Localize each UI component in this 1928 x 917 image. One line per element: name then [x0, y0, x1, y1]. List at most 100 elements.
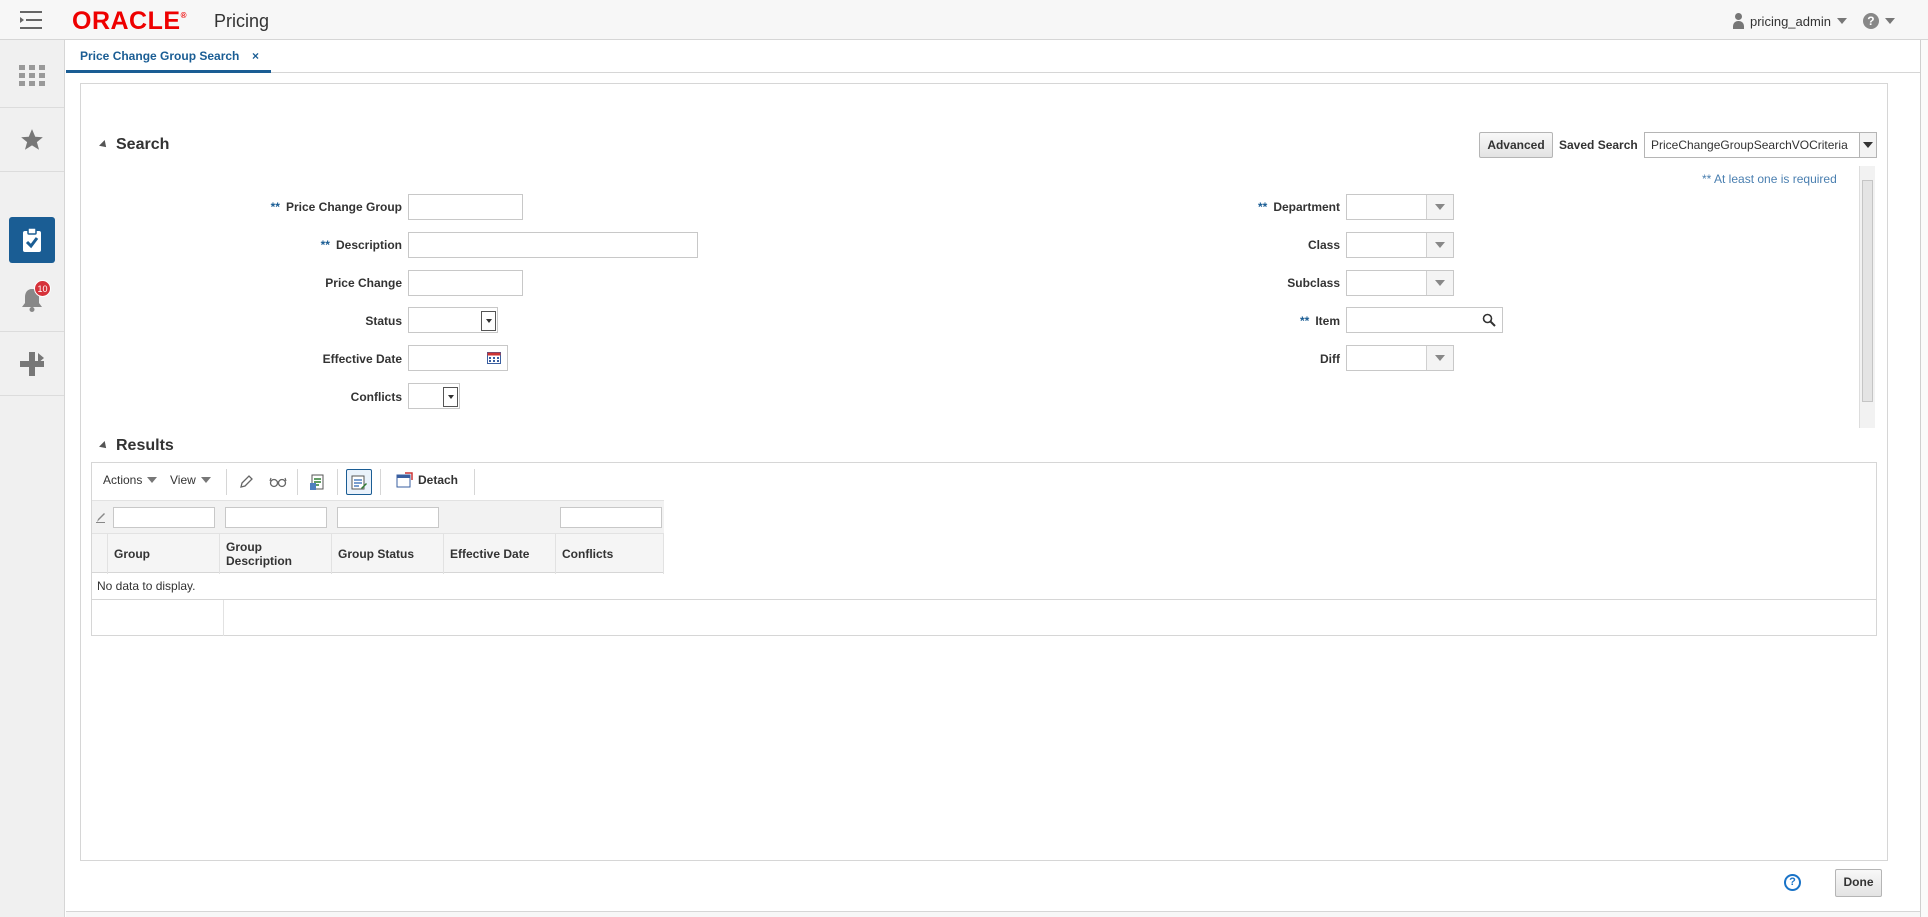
username[interactable]: pricing_admin: [1750, 14, 1831, 29]
column-header-conflicts[interactable]: Conflicts: [556, 534, 664, 574]
price-change-group-label: ** Price Change Group: [270, 200, 402, 214]
results-table: Actions View Detach Group Group Descript…: [91, 462, 1877, 636]
diff-label: Diff: [1320, 352, 1340, 366]
results-toolbar: Actions View Detach: [92, 463, 1876, 500]
apps-grid-icon[interactable]: [0, 44, 64, 108]
table-header-row: Group Group Description Group Status Eff…: [92, 533, 664, 574]
required-marker: **: [1257, 200, 1268, 214]
tab-strip: Price Change Group Search ×: [66, 40, 1928, 73]
view-menu[interactable]: View: [170, 473, 211, 487]
column-header-effective-date[interactable]: Effective Date: [444, 534, 556, 574]
query-by-example-icon[interactable]: [346, 469, 372, 495]
chevron-down-icon[interactable]: [1426, 195, 1453, 219]
chevron-down-icon[interactable]: [147, 477, 158, 483]
calendar-icon[interactable]: [487, 351, 501, 367]
collapse-icon[interactable]: [99, 140, 109, 150]
required-note: ** At least one is required: [1702, 172, 1837, 186]
item-label: ** Item: [1299, 314, 1340, 328]
chevron-down-icon[interactable]: [1426, 346, 1453, 370]
class-label: Class: [1307, 238, 1340, 252]
filter-group-status-input[interactable]: [337, 507, 439, 528]
filter-pencil-icon: [96, 511, 106, 526]
chevron-down-icon[interactable]: [443, 387, 458, 407]
favorites-star-icon[interactable]: [0, 108, 64, 172]
status-label: Status: [365, 314, 402, 328]
description-label: ** Description: [320, 238, 402, 252]
advanced-button[interactable]: Advanced: [1479, 132, 1553, 158]
done-button[interactable]: Done: [1835, 869, 1882, 897]
saved-search-select[interactable]: PriceChangeGroupSearchVOCriteria: [1644, 132, 1877, 158]
user-menu[interactable]: pricing_admin ?: [1732, 11, 1895, 31]
help-icon[interactable]: ?: [1862, 13, 1879, 29]
menu-icon[interactable]: [16, 9, 46, 31]
search-title: Search: [116, 136, 170, 153]
effective-date-input[interactable]: [408, 345, 508, 371]
edit-pencil-icon[interactable]: [236, 472, 256, 492]
filter-conflicts-input[interactable]: [560, 507, 662, 528]
detach-button[interactable]: Detach: [396, 472, 458, 488]
effective-date-label: Effective Date: [322, 352, 402, 366]
column-header-group[interactable]: Group: [108, 534, 220, 574]
subclass-label: Subclass: [1287, 276, 1340, 290]
description-input[interactable]: [408, 232, 698, 258]
search-section-header[interactable]: Search: [99, 136, 170, 154]
collapse-icon[interactable]: [99, 441, 109, 451]
required-marker: **: [270, 200, 280, 214]
department-select[interactable]: [1346, 194, 1454, 220]
no-data-message: No data to display.: [97, 579, 196, 593]
search-scrollbar[interactable]: [1859, 166, 1875, 428]
user-icon: [1732, 13, 1744, 29]
required-marker: **: [320, 238, 330, 252]
add-icon[interactable]: [0, 332, 64, 396]
help-icon[interactable]: ?: [1784, 874, 1801, 891]
row-selector-header: [92, 534, 108, 574]
user-caret-icon[interactable]: [1836, 18, 1847, 24]
required-marker: **: [1299, 314, 1310, 328]
conflicts-label: Conflicts: [350, 390, 402, 404]
price-change-group-input[interactable]: [408, 194, 523, 220]
tasks-clipboard-icon[interactable]: [9, 217, 55, 263]
class-select[interactable]: [1346, 232, 1454, 258]
column-header-group-description[interactable]: Group Description: [220, 534, 332, 574]
close-icon[interactable]: ×: [252, 49, 259, 63]
results-section-header[interactable]: Results: [99, 437, 174, 455]
subclass-select[interactable]: [1346, 270, 1454, 296]
detach-icon: [396, 472, 413, 488]
tab-price-change-group-search[interactable]: Price Change Group Search ×: [66, 40, 271, 73]
app-header: ORACLE® Pricing pricing_admin ?: [0, 0, 1928, 40]
app-title: Pricing: [214, 11, 270, 31]
price-change-label: Price Change: [325, 276, 402, 290]
results-title: Results: [116, 437, 174, 454]
status-select[interactable]: [408, 307, 498, 333]
help-caret-icon[interactable]: [1884, 18, 1895, 24]
bottom-border: [66, 911, 1920, 917]
column-header-group-status[interactable]: Group Status: [332, 534, 444, 574]
chevron-down-icon[interactable]: [200, 477, 211, 483]
department-label: ** Department: [1257, 200, 1340, 214]
tab-label[interactable]: Price Change Group Search: [80, 49, 239, 63]
actions-menu[interactable]: Actions: [103, 473, 158, 487]
price-change-input[interactable]: [408, 270, 523, 296]
notification-badge: 10: [34, 280, 51, 297]
window-edge: [1920, 40, 1928, 917]
chevron-down-icon[interactable]: [1426, 271, 1453, 295]
saved-search-value: PriceChangeGroupSearchVOCriteria: [1651, 138, 1848, 152]
diff-select[interactable]: [1346, 345, 1454, 371]
notifications-bell-icon[interactable]: 10: [0, 268, 64, 332]
table-footer: [92, 599, 1876, 636]
search-icon[interactable]: [1482, 313, 1496, 330]
export-icon[interactable]: [307, 472, 327, 492]
oracle-logo: ORACLE®: [72, 7, 187, 35]
left-rail: 10: [0, 40, 65, 917]
filter-group-description-input[interactable]: [225, 507, 327, 528]
saved-search-label: Saved Search: [1559, 138, 1638, 152]
filter-row: [92, 500, 664, 533]
filter-group-input[interactable]: [113, 507, 215, 528]
chevron-down-icon[interactable]: [1426, 233, 1453, 257]
view-glasses-icon[interactable]: [268, 472, 288, 492]
scrollbar-thumb[interactable]: [1862, 180, 1873, 402]
item-input[interactable]: [1346, 307, 1503, 333]
conflicts-select[interactable]: [408, 383, 460, 409]
chevron-down-icon[interactable]: [1859, 133, 1876, 157]
chevron-down-icon[interactable]: [481, 311, 496, 331]
